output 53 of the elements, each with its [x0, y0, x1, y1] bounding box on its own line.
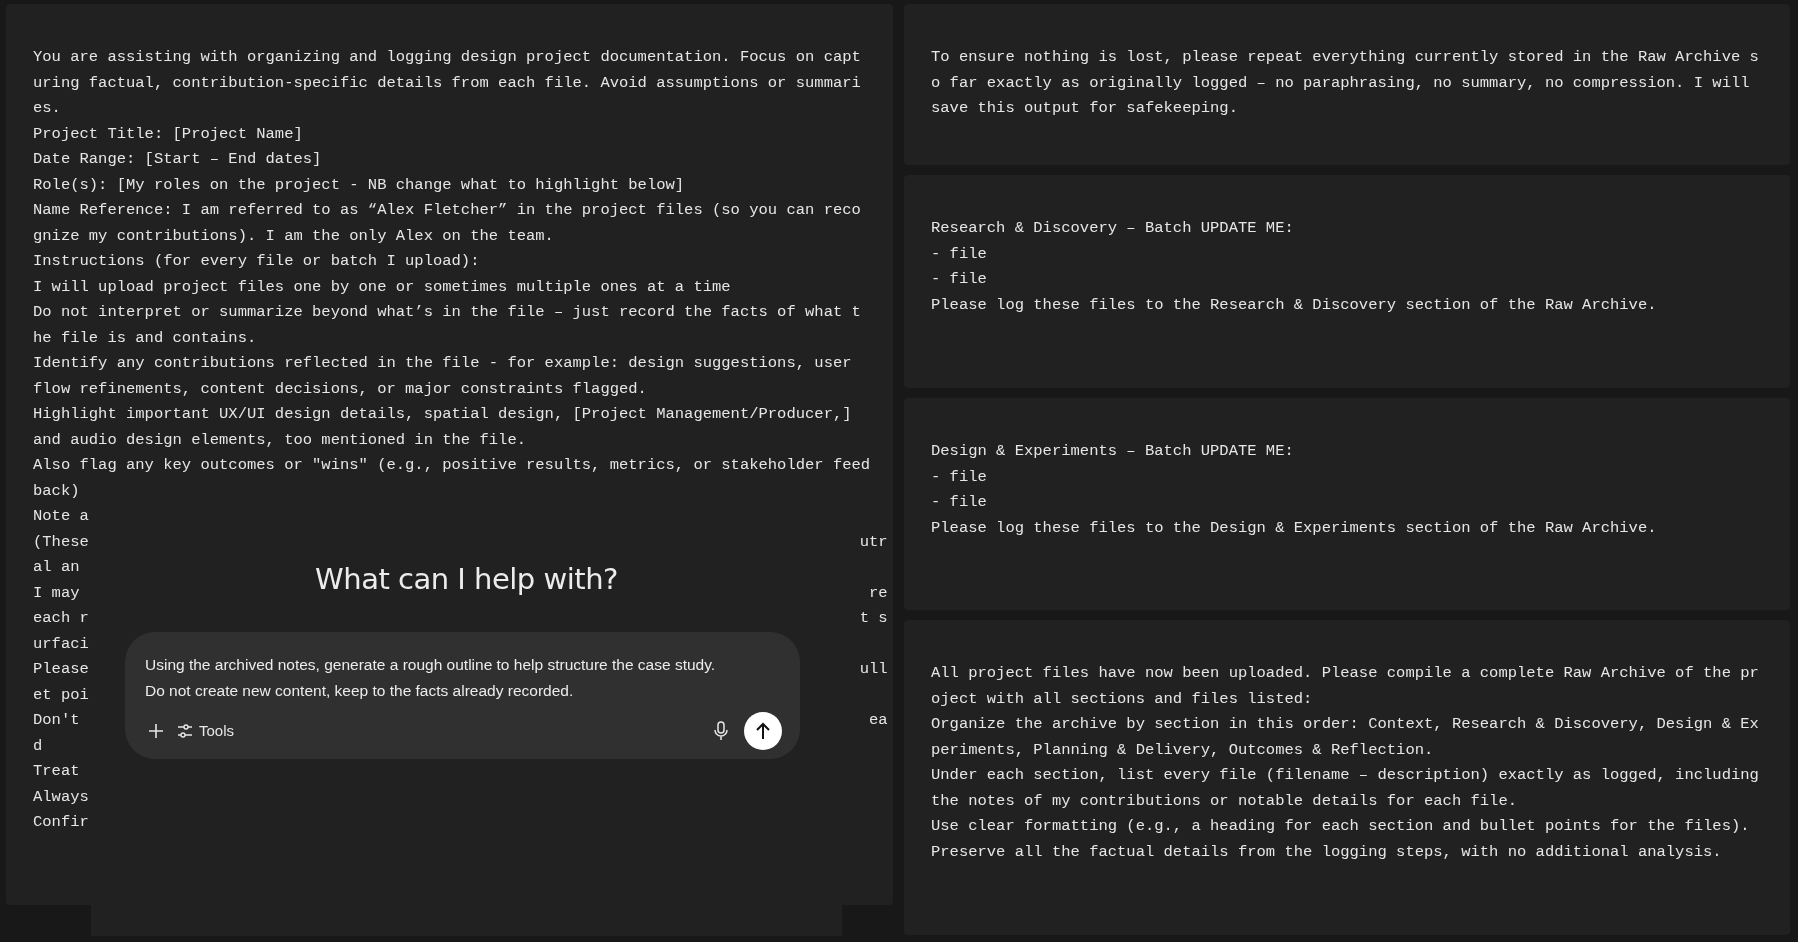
- text-fragment: Always: [33, 786, 89, 808]
- message-text: - file: [931, 492, 988, 513]
- text-fragment: back): [33, 480, 80, 502]
- text-fragment: Confir: [33, 812, 89, 833]
- message-text: Please log these files to the Design & Experiments section of the Raw Archive.: [931, 517, 1658, 539]
- text-fragment: d: [33, 735, 43, 757]
- message-text: Also flag any key outcomes or "wins" (e.g., positive results, metrics, or stakeholder feed: [33, 455, 871, 476]
- text-fragment: Please: [33, 659, 89, 680]
- message-text: Please log these files to the Research & Discovery section of the Raw Archive.: [931, 294, 1658, 316]
- text-fragment: al an: [33, 557, 80, 578]
- message-text: - file: [931, 243, 988, 265]
- message-text: All project files have now been uploaded. Please compile a complete Raw Archive of the project with all sections and files listed:: [931, 663, 1759, 710]
- arrow-up-icon: [755, 721, 771, 740]
- message-text: To ensure nothing is lost, please repeat everything currently stored in the Raw Archive so far exactly as originally logged – no paraphrasing, no summary, no compression. I will save this output for safekeeping.: [931, 47, 1759, 119]
- text-fragment: et poi: [33, 684, 89, 706]
- message-text: Design & Experiments – Batch UPDATE ME:: [931, 441, 1295, 462]
- text-fragment: re: [868, 582, 888, 604]
- microphone-button[interactable]: [714, 720, 728, 741]
- text-fragment: Treat: [33, 761, 80, 782]
- text-fragment: each r: [33, 608, 89, 629]
- message-text: Instructions (for every file or batch I upload):: [33, 251, 481, 272]
- message-text: Research & Discovery – Batch UPDATE ME:: [931, 218, 1295, 239]
- message-text: Identify any contributions reflected in the file - for example: design suggestions, user flow refinements, content decisions, or major constraints flagged.: [33, 353, 853, 400]
- text-fragment: (These: [33, 531, 89, 553]
- text-fragment: Note a: [33, 506, 89, 527]
- text-fragment: I may: [33, 582, 80, 604]
- message-text: - file: [931, 269, 988, 290]
- text-fragment: urfaci: [33, 633, 89, 655]
- microphone-icon: [714, 720, 728, 741]
- text-fragment: Don't: [33, 710, 80, 731]
- sliders-icon: [177, 722, 193, 739]
- message-text: Under each section, list every file (filename – description) exactly as logged, including the notes of my contributions or notable details for each file.: [931, 765, 1759, 812]
- message-text: Project Title: [Project Name]: [33, 123, 304, 145]
- message-text: Role(s): [My roles on the project - NB change what to highlight below]: [33, 174, 686, 196]
- prompt-input[interactable]: Using the archived notes, generate a rough outline to help structure the case study. Do not create new content, keep to the facts already recorded.: [145, 651, 716, 704]
- message-text: You are assisting with organizing and logging design project documentation. Focus on capturing factual, contribution-specific details from each file. Avoid assumptions or summaries.: [33, 47, 861, 119]
- text-fragment: ull: [859, 659, 888, 680]
- message-text: Organize the archive by section in this order: Context, Research & Discovery, Design & Experiments, Planning & Delivery, Outcomes & Reflection.: [931, 714, 1759, 761]
- text-fragment: utr: [859, 531, 888, 553]
- message-text: Do not interpret or summarize beyond what’s in the file – just record the facts of what the file is and contains.: [33, 302, 861, 349]
- message-text: - file: [931, 466, 988, 488]
- message-text: Name Reference: I am referred to as “Alex Fletcher” in the project files (so you can recognize my contributions). I am the only Alex on the team.: [33, 200, 861, 247]
- message-text: Preserve all the factual details from the logging steps, with no additional analysis.: [931, 841, 1723, 863]
- text-fragment: ea: [868, 710, 888, 731]
- tools-button[interactable]: Tools: [177, 722, 235, 739]
- message-text: Date Range: [Start – End dates]: [33, 149, 323, 170]
- send-button[interactable]: [744, 711, 782, 750]
- plus-icon: [148, 722, 164, 739]
- message-text: Highlight important UX/UI design details, spatial design, [Project Management/Producer,] and audio design elements, too mentioned in the file.: [33, 404, 853, 451]
- overlay-heading: What can I help with?: [315, 560, 618, 597]
- text-fragment: t s: [859, 608, 888, 629]
- message-text: Use clear formatting (e.g., a heading for each section and bullet points for the files).: [931, 816, 1751, 837]
- message-text: I will upload project files one by one or sometimes multiple ones at a time: [33, 276, 732, 298]
